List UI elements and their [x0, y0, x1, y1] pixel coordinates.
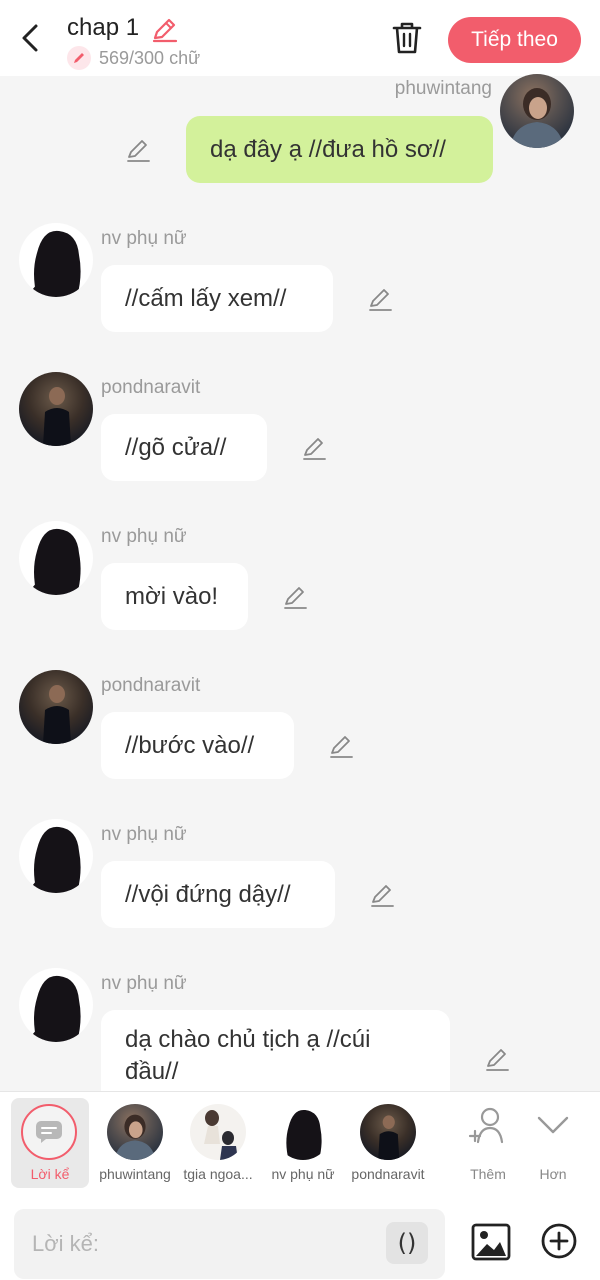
- pencil-icon: [371, 885, 394, 907]
- message-text: //bước vào//: [125, 731, 255, 759]
- edit-message-button[interactable]: [125, 137, 151, 163]
- avatar[interactable]: [19, 521, 93, 595]
- message-text: mời vào!: [125, 582, 219, 610]
- speaker-name: nv phụ nữ: [101, 973, 187, 994]
- top-bar: chap 1 569/300 chữ Tiếp theo: [0, 0, 600, 76]
- pencil-icon: [330, 736, 353, 758]
- avatar: [107, 1104, 163, 1160]
- plus-circle-icon: [541, 1223, 577, 1259]
- message-text: dạ chào chủ tịch ạ //cúi đầu//: [125, 1026, 371, 1085]
- pencil-icon: [284, 587, 307, 609]
- action-parentheses-button[interactable]: (): [386, 1222, 428, 1264]
- message-text: dạ đây ạ //đưa hồ sơ//: [210, 135, 446, 163]
- edit-message-button[interactable]: [282, 584, 308, 610]
- next-button[interactable]: Tiếp theo: [448, 17, 581, 63]
- message-text: //cấm lấy xem//: [125, 284, 287, 312]
- narrator-option[interactable]: Lời kể: [11, 1098, 89, 1188]
- chapter-title[interactable]: chap 1: [67, 14, 139, 42]
- pencil-icon: [303, 438, 326, 460]
- pencil-icon: [369, 289, 392, 311]
- speaker-name: nv phụ nữ: [101, 824, 187, 845]
- pencil-icon: [67, 46, 91, 70]
- avatar[interactable]: [19, 372, 93, 446]
- delete-button[interactable]: [390, 20, 424, 56]
- back-button[interactable]: [14, 18, 50, 58]
- chevron-down-icon: [537, 1116, 569, 1134]
- speaker-name: phuwintang: [394, 78, 492, 99]
- speaker-name: pondnaravit: [101, 377, 201, 398]
- trash-icon: [392, 22, 422, 54]
- insert-image-button[interactable]: [470, 1222, 512, 1262]
- edit-message-button[interactable]: [369, 882, 395, 908]
- more-label: Hơn: [539, 1166, 567, 1182]
- narrator-label: Lời kể: [30, 1166, 70, 1182]
- message-text: //gõ cửa//: [125, 433, 227, 461]
- message-bubble[interactable]: dạ đây ạ //đưa hồ sơ//: [186, 116, 493, 183]
- avatar: [190, 1104, 246, 1160]
- avatar: [360, 1104, 416, 1160]
- edit-message-button[interactable]: [328, 733, 354, 759]
- avatar: [275, 1104, 331, 1160]
- character-option[interactable]: pondnaravit: [343, 1098, 433, 1188]
- pencil-icon: [152, 18, 178, 43]
- word-count-text: 569/300 chữ: [99, 47, 201, 68]
- add-user-icon: [468, 1107, 504, 1144]
- avatar[interactable]: [19, 670, 93, 744]
- message-text: //vội đứng dậy//: [125, 880, 291, 908]
- avatar[interactable]: [19, 968, 93, 1042]
- composer: (): [0, 1198, 600, 1280]
- avatar[interactable]: [500, 74, 574, 148]
- message-bubble[interactable]: //vội đứng dậy//: [101, 861, 335, 928]
- character-name: pondnaravit: [351, 1166, 425, 1182]
- message-input[interactable]: [14, 1209, 445, 1279]
- speaker-name: pondnaravit: [101, 675, 201, 696]
- add-character-label: Thêm: [470, 1166, 506, 1182]
- more-button[interactable]: Hơn: [521, 1098, 585, 1188]
- message-bubble[interactable]: //gõ cửa//: [101, 414, 267, 481]
- add-character-button[interactable]: Thêm: [456, 1098, 520, 1188]
- message-bubble[interactable]: //cấm lấy xem//: [101, 265, 333, 332]
- pencil-icon: [486, 1049, 509, 1071]
- message-bubble[interactable]: //bước vào//: [101, 712, 294, 779]
- pencil-icon: [127, 140, 150, 162]
- avatar[interactable]: [19, 223, 93, 297]
- edit-message-button[interactable]: [484, 1046, 510, 1072]
- message-bubble[interactable]: mời vào!: [101, 563, 248, 630]
- narrator-icon: [21, 1104, 77, 1160]
- word-count: 569/300 chữ: [67, 46, 200, 70]
- image-icon: [471, 1223, 511, 1261]
- speaker-name: nv phụ nữ: [101, 526, 187, 547]
- chevron-left-icon: [22, 24, 38, 52]
- speaker-name: nv phụ nữ: [101, 228, 187, 249]
- add-button[interactable]: [540, 1222, 578, 1260]
- edit-title-button[interactable]: [150, 16, 178, 44]
- edit-message-button[interactable]: [301, 435, 327, 461]
- edit-message-button[interactable]: [367, 286, 393, 312]
- avatar[interactable]: [19, 819, 93, 893]
- character-selector: Lời kể phuwintang tgia ngoa... nv phụ nữ…: [0, 1091, 600, 1198]
